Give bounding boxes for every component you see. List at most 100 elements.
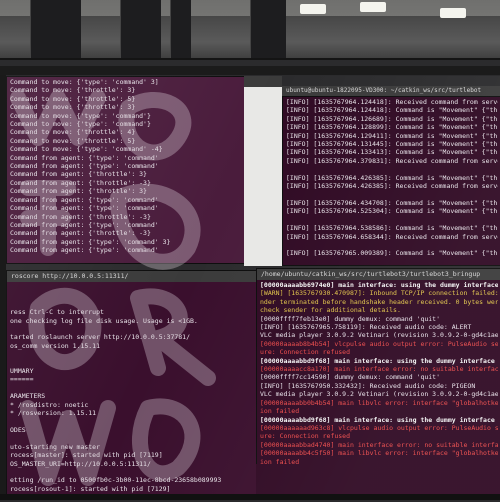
terminal-line: [INFO] [1635767964.129411]: Command is "… [286, 132, 498, 140]
terminal-line: rocess[master]: started with pid [7119] [10, 451, 262, 459]
terminal-line: [INFO] [1635767964.131445]: Command is "… [286, 140, 498, 148]
terminal-line: Command from agent: {'type': 'command' [10, 221, 242, 229]
monitor-bottom-edge [0, 494, 500, 500]
terminal-line [286, 165, 498, 173]
terminal-line: [INFO] [1635767964.124418]: Command is "… [286, 106, 498, 114]
terminal-line: Command to move: {'throttle': 4} [10, 128, 242, 136]
terminal-line: [INFO] [1635767964.658344]: Received com… [286, 233, 498, 241]
desktop-background [244, 76, 282, 266]
terminal-title[interactable]: /home/ubuntu/catkin_ws/src/turtlebot3/tu… [257, 269, 500, 280]
ceiling-light [360, 2, 386, 12]
terminal-line: check sender for additional details. [260, 306, 498, 314]
terminal-line: [00000aaaacc8a170] main interface error:… [260, 365, 498, 373]
terminal-line: Command from agent: {'throttle': -3} [10, 213, 242, 221]
terminal-line: Command from agent: {'throttle': -3} [10, 229, 242, 237]
terminal-line [10, 300, 262, 308]
terminal-line: tarted roslaunch server http://10.0.0.5:… [10, 333, 262, 341]
terminal-line [10, 418, 262, 426]
terminal-line: [INFO] [1635767964.426385]: Received com… [286, 182, 498, 190]
terminal-line [286, 216, 498, 224]
terminal-output: [INFO] [1635767964.124418]: Received com… [283, 97, 500, 259]
terminal-line: [INFO] [1635767964.434708]: Command is "… [286, 199, 498, 207]
terminal-line: [WARN] [1635767930.470987]: Inbound TCP/… [260, 289, 498, 297]
terminal-line: Command to move: {'type': 'command'} [10, 120, 242, 128]
terminal-line: Command to move: {'throttle': 3} [10, 86, 242, 94]
window-title-bar [244, 76, 282, 87]
terminal-line: [00000aaaabb0b4b54] main libvlc error: i… [260, 399, 498, 407]
terminal-title-bar[interactable]: ubuntu@ubuntu-1822095-VD300: ~/catkin_ws… [282, 86, 500, 96]
terminal-line: [INFO] [1635767964.426385]: Command is "… [286, 174, 498, 182]
terminal-line [10, 283, 262, 291]
terminal-line [10, 359, 262, 367]
terminal-line: one checking log file disk usage. Usage … [10, 317, 262, 325]
terminal-line: [INFO] [1635767964.538586]: Command is "… [286, 224, 498, 232]
terminal-line: [INFO] [1635767964.379831]: Received com… [286, 157, 498, 165]
terminal-line: VLC media player 3.0.9.2 Vetinari (revis… [260, 390, 498, 398]
terminal-line: Command to move: {'throttle': 5} [10, 95, 242, 103]
terminal-line: [0000ffff7cc14590] dummy demux: command … [260, 373, 498, 381]
terminal-line: ODES [10, 426, 262, 434]
terminal-line [10, 434, 262, 442]
terminal-line: [00000aaaabbad4740] main interface error… [260, 441, 498, 449]
terminal-line: VLC media player 3.0.9.2 Vetinari (revis… [260, 331, 498, 339]
terminal-line: Command from agent: {'type': 'command' [10, 246, 242, 254]
terminal-line: Command to move: {'type': 'command' -4} [10, 145, 242, 153]
terminal-window-roscore[interactable]: roscore http://10.0.0.5:11311/ ress Ctrl… [6, 270, 266, 496]
terminal-line: ion failed [260, 407, 498, 415]
terminal-line: os_comm version 1.15.11 [10, 342, 262, 350]
terminal-line: Command from agent: {'throttle': -3} [10, 179, 242, 187]
terminal-line [10, 291, 262, 299]
terminal-line [286, 241, 498, 249]
terminal-line: [INFO] [1635767964.126689]: Command is "… [286, 115, 498, 123]
terminal-line: Command from agent: {'type': 'command' [10, 162, 242, 170]
terminal-line: [00000aaaabb6974e0] main interface: usin… [260, 281, 498, 289]
terminal-line: [INFO] [1635767965.758119]: Received aud… [260, 323, 498, 331]
terminal-line: Command from agent: {'type': 'command' [10, 196, 242, 204]
terminal-line: [INFO] [1635767964.133413]: Command is "… [286, 148, 498, 156]
terminal-line: [00000aaaaaad963c8] vlcpulse audio outpu… [260, 424, 498, 432]
terminal-line: ====== [10, 375, 262, 383]
terminal-line: Command to move: {'type': 'command'} [10, 112, 242, 120]
terminal-line: [INFO] [1635767965.009389]: Command is "… [286, 249, 498, 257]
terminal-line [10, 384, 262, 392]
terminal-line: [00000aaaab8b4b54] vlcpulse audio output… [260, 340, 498, 348]
terminal-line: [INFO] [1635767964.525304]: Command is "… [286, 207, 498, 215]
terminal-output: [00000aaaabb6974e0] main interface: usin… [257, 280, 500, 466]
terminal-window-bringup[interactable]: /home/ubuntu/catkin_ws/src/turtlebot3/tu… [256, 268, 500, 466]
terminal-line: [0000ffff7feb13e0] dummy demux: command … [260, 315, 498, 323]
terminal-line: nder terminated before handshake header … [260, 298, 498, 306]
terminal-line: uto-starting new master [10, 443, 262, 451]
terminal-line: ress Ctrl-C to interrupt [10, 308, 262, 316]
terminal-output: Command to move: {'type': 'command' 3]Co… [7, 77, 245, 256]
terminal-line: [00000aaaabbd9f68] main interface: using… [260, 416, 498, 424]
terminal-line: Command from agent: {'type': 'command' [10, 204, 242, 212]
terminal-line: * /rosdistro: noetic [10, 401, 262, 409]
terminal-line [286, 190, 498, 198]
terminal-scroll-area [256, 464, 500, 494]
ceiling-light [440, 8, 466, 18]
terminal-output: ress Ctrl-C to interruptone checking log… [7, 282, 265, 496]
terminal-line: Command from agent: {'type': 'command' 3… [10, 238, 242, 246]
terminal-line: UMMARY [10, 367, 262, 375]
terminal-line: Command from agent: {'type': 'command' [10, 154, 242, 162]
top-bar-clock [228, 66, 288, 75]
terminal-line: rocess[rosout-1]: started with pid [7129… [10, 485, 262, 493]
terminal-line: [00000aaaabbd9f68] main interface: using… [260, 357, 498, 365]
terminal-line: [00000aaaabb4c5f50] main libvlc error: i… [260, 449, 498, 457]
terminal-line: ure: Connection refused [260, 348, 498, 356]
terminal-title[interactable]: roscore http://10.0.0.5:11311/ [7, 271, 265, 282]
terminal-window-server[interactable]: [INFO] [1635767964.124418]: Received com… [282, 96, 500, 266]
terminal-line [10, 468, 262, 476]
terminal-line [10, 325, 262, 333]
terminal-line: * /rosversion: 1.15.11 [10, 409, 262, 417]
terminal-window-agent[interactable]: Command to move: {'type': 'command' 3]Co… [6, 76, 246, 264]
terminal-line: Command from agent: {'throttle': 3} [10, 187, 242, 195]
terminal-line: [INFO] [1635767950.332432]: Received aud… [260, 382, 498, 390]
terminal-line: Command to move: {'throttle': 3} [10, 103, 242, 111]
terminal-line [10, 350, 262, 358]
terminal-line: Command to move: {'type': 'command' 3] [10, 78, 242, 86]
terminal-line: [INFO] [1635767964.124418]: Received com… [286, 98, 498, 106]
terminal-line: Command to move: {'throttle': 5} [10, 137, 242, 145]
terminal-line: ure: Connection refused [260, 432, 498, 440]
terminal-line: ARAMETERS [10, 392, 262, 400]
